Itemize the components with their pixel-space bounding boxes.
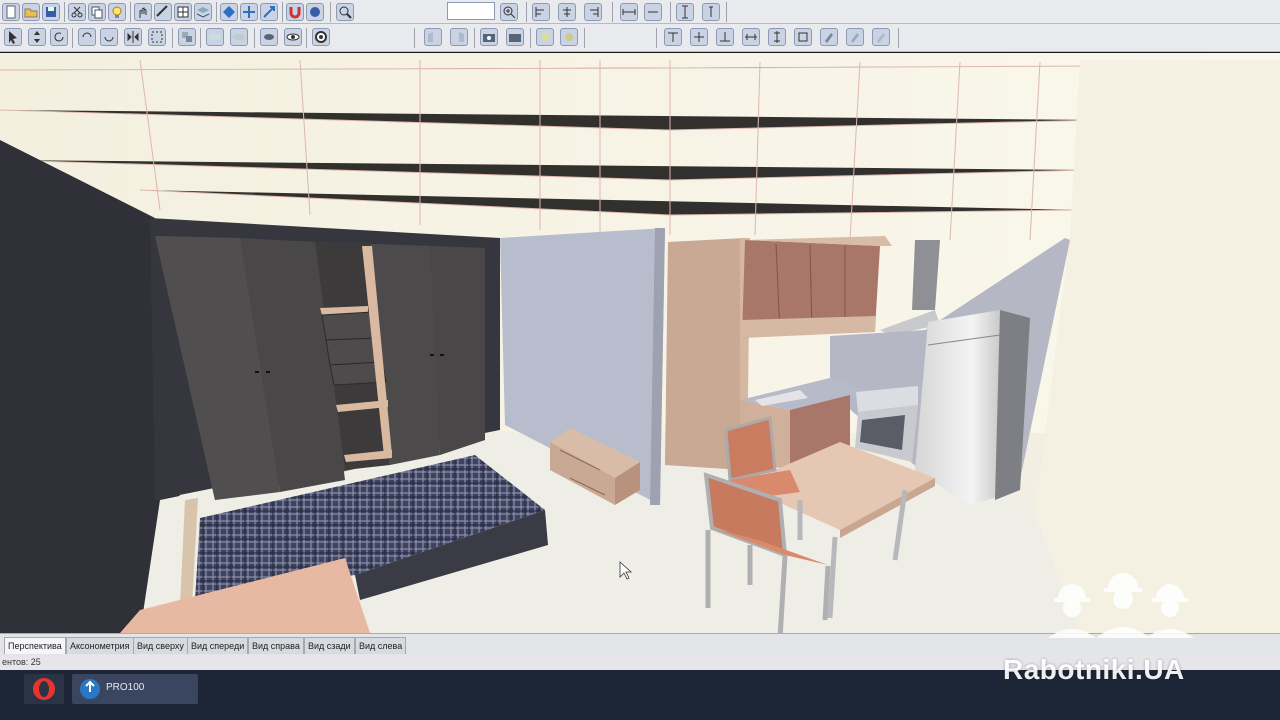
- hand-pan-icon[interactable]: [134, 3, 152, 21]
- align-right-icon[interactable]: [584, 3, 602, 21]
- zoom-field[interactable]: [447, 2, 495, 20]
- paint-icon[interactable]: [820, 28, 838, 46]
- grid-icon[interactable]: [174, 3, 192, 21]
- pro100-icon: [80, 679, 100, 699]
- light-icon[interactable]: [536, 28, 554, 46]
- paint3-icon[interactable]: [872, 28, 890, 46]
- perspective-viewport[interactable]: [0, 53, 1280, 633]
- save-icon[interactable]: [42, 3, 60, 21]
- distribute-v-icon[interactable]: [676, 3, 694, 21]
- tab-back-view[interactable]: Вид сзади: [304, 637, 355, 654]
- fit-width-icon[interactable]: [742, 28, 760, 46]
- group-icon[interactable]: [178, 28, 196, 46]
- align-center-icon[interactable]: [558, 3, 576, 21]
- stack-mid-icon[interactable]: [690, 28, 708, 46]
- eye-icon[interactable]: [284, 28, 302, 46]
- mirror-icon[interactable]: [124, 28, 142, 46]
- watermark-text: Rabotniki.UA: [1003, 654, 1185, 685]
- move-icon[interactable]: [240, 3, 258, 21]
- opera-icon[interactable]: [24, 674, 64, 704]
- new-file-icon[interactable]: [2, 3, 20, 21]
- open-folder-icon[interactable]: [22, 3, 40, 21]
- undo-icon[interactable]: [78, 28, 96, 46]
- size-equal-icon[interactable]: [794, 28, 812, 46]
- stove[interactable]: [855, 386, 918, 462]
- light2-icon[interactable]: [560, 28, 578, 46]
- tab-left-view[interactable]: Вид слева: [355, 637, 407, 654]
- distribute-h-icon[interactable]: [620, 3, 638, 21]
- zoom-in-icon[interactable]: [500, 3, 518, 21]
- taskbar-app-label: PRO100: [106, 682, 145, 693]
- tab-axonometry[interactable]: Аксонометрия: [66, 637, 134, 654]
- target-icon[interactable]: [312, 28, 330, 46]
- snap-icon[interactable]: [306, 3, 324, 21]
- tab-top-view[interactable]: Вид сверху: [133, 637, 188, 654]
- select-all-icon[interactable]: [148, 28, 166, 46]
- main-toolbar: [0, 0, 1280, 24]
- texture-icon[interactable]: [206, 28, 224, 46]
- kitchen-upper-cabinets[interactable]: [742, 236, 892, 338]
- redo-icon[interactable]: [100, 28, 118, 46]
- measure-icon[interactable]: [154, 3, 172, 21]
- align-left-icon[interactable]: [532, 3, 550, 21]
- fridge[interactable]: [915, 310, 1030, 505]
- wall-left-icon[interactable]: [424, 28, 442, 46]
- fit-height-icon[interactable]: [768, 28, 786, 46]
- scale-icon[interactable]: [260, 3, 278, 21]
- rotate-icon[interactable]: [50, 28, 68, 46]
- magnet-icon[interactable]: [286, 3, 304, 21]
- taskbar-app-pro100[interactable]: PRO100: [72, 674, 198, 704]
- layers-icon[interactable]: [194, 3, 212, 21]
- wall-right-icon[interactable]: [450, 28, 468, 46]
- distribute-v2-icon[interactable]: [702, 3, 720, 21]
- distribute-h2-icon[interactable]: [644, 3, 662, 21]
- shadow-icon[interactable]: [260, 28, 278, 46]
- tab-perspective[interactable]: Перспектива: [4, 637, 66, 654]
- paint2-icon[interactable]: [846, 28, 864, 46]
- element-count: ентов: 25: [2, 657, 41, 667]
- edit-toolbar: [0, 24, 1280, 52]
- tab-front-view[interactable]: Вид спереди: [187, 637, 249, 654]
- render-icon[interactable]: [230, 28, 248, 46]
- tab-right-view[interactable]: Вид справа: [248, 637, 304, 654]
- lightbulb-icon[interactable]: [108, 3, 126, 21]
- cut-icon[interactable]: [68, 3, 86, 21]
- copy-icon[interactable]: [88, 3, 106, 21]
- diamond-icon[interactable]: [220, 3, 238, 21]
- camera2-icon[interactable]: [506, 28, 524, 46]
- stack-top-icon[interactable]: [664, 28, 682, 46]
- zoom-out-icon[interactable]: [336, 3, 354, 21]
- cursor-icon[interactable]: [4, 28, 22, 46]
- move-arrow-icon[interactable]: [28, 28, 46, 46]
- camera-icon[interactable]: [480, 28, 498, 46]
- stack-bottom-icon[interactable]: [716, 28, 734, 46]
